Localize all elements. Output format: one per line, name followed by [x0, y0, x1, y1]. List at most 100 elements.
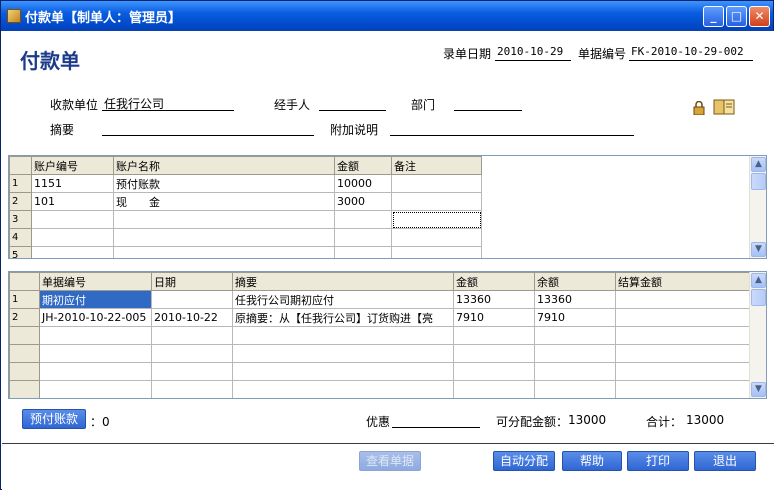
- cell-amount[interactable]: [334, 210, 392, 229]
- cell-amount[interactable]: [453, 326, 535, 345]
- cell-remark[interactable]: [391, 174, 482, 193]
- table-row[interactable]: 5: [9, 246, 482, 258]
- cell-doc[interactable]: [39, 362, 152, 381]
- cell-balance[interactable]: [534, 344, 616, 363]
- discount-field[interactable]: [392, 412, 480, 428]
- cell-balance[interactable]: 7910: [534, 308, 616, 327]
- cell-summary[interactable]: [232, 380, 454, 398]
- cell-amount[interactable]: 10000: [334, 174, 392, 193]
- close-button[interactable]: ✕: [749, 6, 770, 27]
- cell-settle[interactable]: [615, 344, 752, 363]
- cell-summary[interactable]: 任我行公司期初应付: [232, 290, 454, 309]
- handler-field[interactable]: [319, 95, 386, 111]
- cell-remark[interactable]: [391, 210, 482, 229]
- prepay-button[interactable]: 预付账款: [22, 409, 86, 429]
- minimize-button[interactable]: _: [703, 6, 724, 27]
- col-date[interactable]: 日期: [151, 272, 233, 291]
- cell-code[interactable]: 101: [31, 192, 114, 211]
- cell-doc[interactable]: 期初应付: [39, 290, 152, 309]
- lock-icon[interactable]: [692, 100, 706, 116]
- cell-balance[interactable]: [534, 380, 616, 398]
- table-row[interactable]: 2 101 现 金 3000: [9, 192, 482, 211]
- summary-field[interactable]: [102, 120, 314, 136]
- exit-button[interactable]: 退出: [694, 451, 756, 471]
- note-field[interactable]: [390, 120, 634, 136]
- cell-amount[interactable]: [453, 344, 535, 363]
- table-row[interactable]: 4: [9, 228, 482, 247]
- cell-code[interactable]: [31, 228, 114, 247]
- scroll-down-icon[interactable]: ▼: [751, 382, 766, 397]
- cell-amount[interactable]: 3000: [334, 192, 392, 211]
- cell-amount[interactable]: 7910: [453, 308, 535, 327]
- accounts-scrollbar[interactable]: ▲ ▼: [749, 156, 766, 258]
- dept-field[interactable]: [454, 95, 522, 111]
- cell-date[interactable]: [151, 290, 233, 309]
- doc-no-field[interactable]: FK-2010-10-29-002: [629, 45, 753, 61]
- col-account-code[interactable]: 账户编号: [31, 156, 114, 175]
- cell-amount[interactable]: 13360: [453, 290, 535, 309]
- cell-date[interactable]: [151, 380, 233, 398]
- cell-name[interactable]: 预付账款: [113, 174, 335, 193]
- maximize-button[interactable]: □: [726, 6, 747, 27]
- help-button[interactable]: 帮助: [562, 451, 622, 471]
- book-icon[interactable]: [713, 98, 735, 116]
- cell-doc[interactable]: [39, 380, 152, 398]
- cell-doc[interactable]: [39, 344, 152, 363]
- scroll-thumb[interactable]: [751, 173, 766, 190]
- cell-code[interactable]: 1151: [31, 174, 114, 193]
- cell-doc[interactable]: JH-2010-10-22-005: [39, 308, 152, 327]
- scroll-up-icon[interactable]: ▲: [751, 157, 766, 172]
- auto-allocate-button[interactable]: 自动分配: [493, 451, 555, 471]
- cell-settle[interactable]: [615, 380, 752, 398]
- print-button[interactable]: 打印: [627, 451, 689, 471]
- cell-settle[interactable]: [615, 326, 752, 345]
- col-amount[interactable]: 金额: [334, 156, 392, 175]
- cell-code[interactable]: [31, 210, 114, 229]
- payee-field[interactable]: 任我行公司: [102, 95, 234, 111]
- table-row[interactable]: 2 JH-2010-10-22-005 2010-10-22 原摘要：从【任我行…: [9, 308, 752, 327]
- cell-balance[interactable]: [534, 362, 616, 381]
- cell-date[interactable]: 2010-10-22: [151, 308, 233, 327]
- cell-settle[interactable]: [615, 290, 752, 309]
- col-amount[interactable]: 金额: [453, 272, 535, 291]
- col-account-name[interactable]: 账户名称: [113, 156, 335, 175]
- cell-summary[interactable]: [232, 326, 454, 345]
- cell-balance[interactable]: [534, 326, 616, 345]
- view-doc-button[interactable]: 查看单据: [359, 451, 421, 471]
- title-bar[interactable]: 付款单【制单人：管理员】 _ □ ✕: [1, 1, 773, 31]
- cell-name[interactable]: [113, 228, 335, 247]
- table-row[interactable]: 1 1151 预付账款 10000: [9, 174, 482, 193]
- scroll-down-icon[interactable]: ▼: [751, 242, 766, 257]
- bills-scrollbar[interactable]: ▲ ▼: [749, 272, 766, 398]
- entry-date-field[interactable]: 2010-10-29: [495, 45, 571, 61]
- cell-amount[interactable]: [334, 228, 392, 247]
- cell-amount[interactable]: [453, 380, 535, 398]
- cell-summary[interactable]: 原摘要：从【任我行公司】订货购进【亮: [232, 308, 454, 327]
- cell-name[interactable]: [113, 246, 335, 258]
- table-row[interactable]: [9, 344, 752, 363]
- cell-settle[interactable]: [615, 362, 752, 381]
- scroll-up-icon[interactable]: ▲: [751, 273, 766, 288]
- cell-balance[interactable]: 13360: [534, 290, 616, 309]
- cell-date[interactable]: [151, 344, 233, 363]
- cell-date[interactable]: [151, 326, 233, 345]
- cell-name[interactable]: 现 金: [113, 192, 335, 211]
- col-balance[interactable]: 余额: [534, 272, 616, 291]
- table-row[interactable]: 1 期初应付 任我行公司期初应付 13360 13360: [9, 290, 752, 309]
- cell-remark[interactable]: [391, 192, 482, 211]
- cell-code[interactable]: [31, 246, 114, 258]
- scroll-thumb[interactable]: [751, 289, 766, 306]
- table-row[interactable]: [9, 362, 752, 381]
- col-doc-no[interactable]: 单据编号: [39, 272, 152, 291]
- col-settle[interactable]: 结算金额: [615, 272, 752, 291]
- table-row[interactable]: [9, 326, 752, 345]
- cell-remark[interactable]: [391, 246, 482, 258]
- cell-summary[interactable]: [232, 344, 454, 363]
- cell-doc[interactable]: [39, 326, 152, 345]
- col-remark[interactable]: 备注: [391, 156, 482, 175]
- cell-name[interactable]: [113, 210, 335, 229]
- cell-date[interactable]: [151, 362, 233, 381]
- cell-summary[interactable]: [232, 362, 454, 381]
- cell-amount[interactable]: [334, 246, 392, 258]
- cell-amount[interactable]: [453, 362, 535, 381]
